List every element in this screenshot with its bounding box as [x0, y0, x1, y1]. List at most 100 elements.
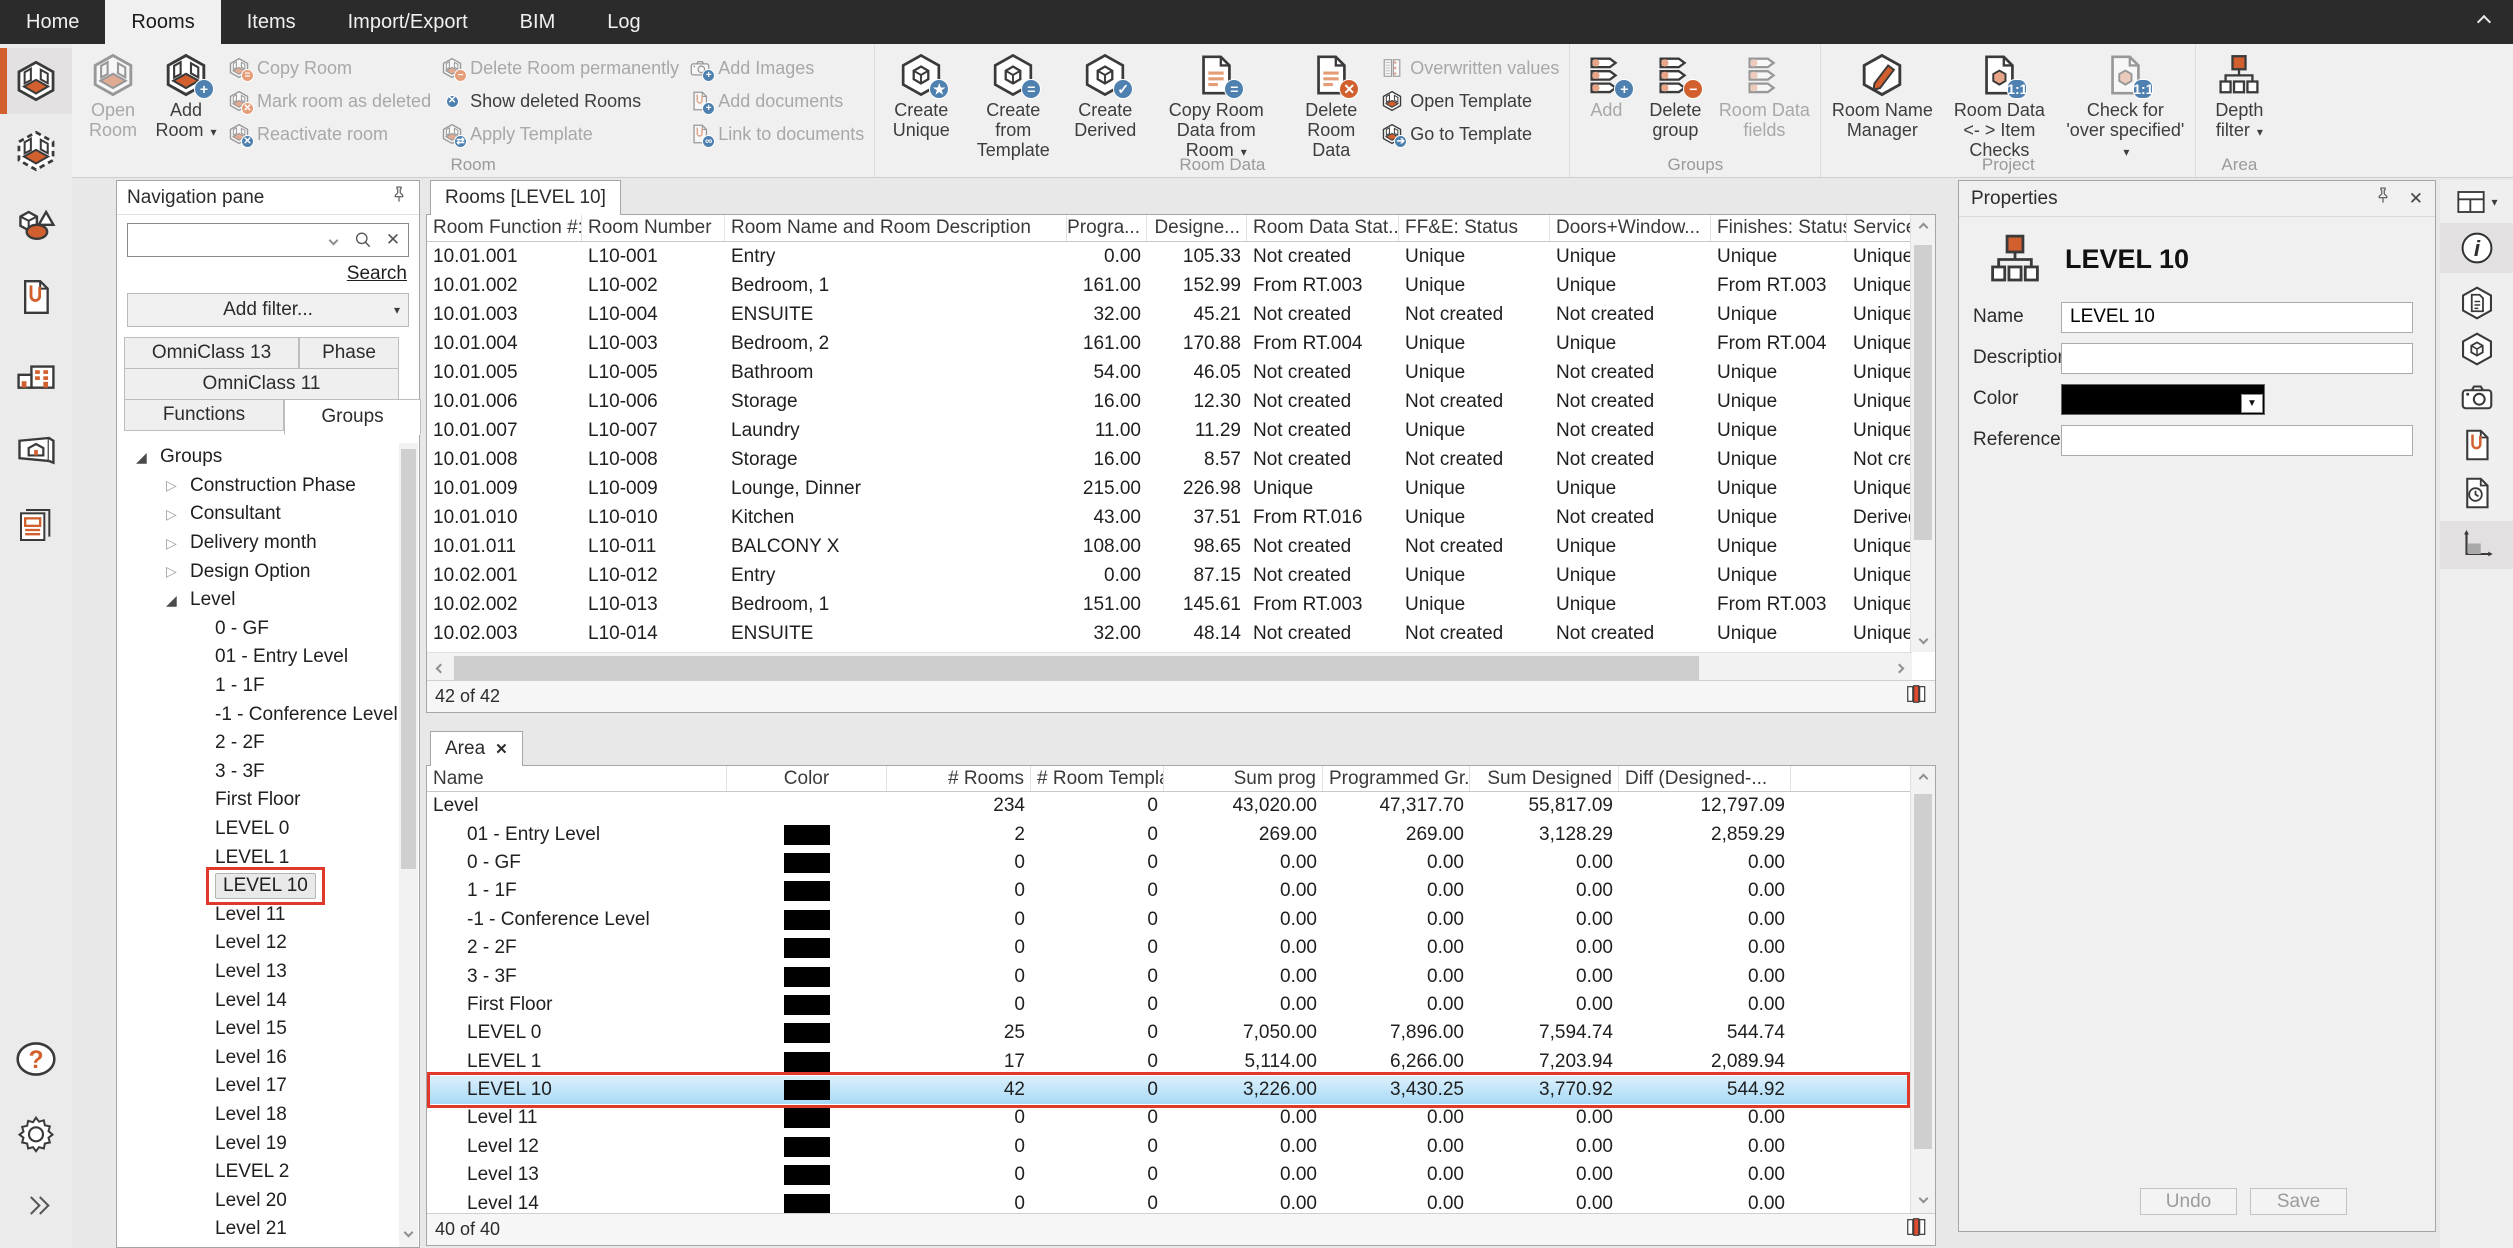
add-filter-button[interactable]: Add filter... ▾ — [127, 293, 409, 327]
table-row[interactable]: Level 13 0 0 0.00 0.00 0.00 0.00 — [427, 1161, 1912, 1189]
module-rooms-button[interactable] — [0, 48, 72, 114]
color-swatch[interactable] — [784, 1052, 830, 1072]
table-row[interactable]: 0 - GF 0 0 0.00 0.00 0.00 0.00 — [427, 849, 1912, 877]
tab-room-data[interactable] — [2440, 283, 2513, 323]
layout-switch-button[interactable]: ▾ — [2440, 185, 2513, 219]
tree-scrollbar-thumb[interactable] — [401, 449, 416, 869]
tree-item[interactable]: LEVEL 0 — [118, 815, 400, 844]
menu-tab-import-export[interactable]: Import/Export — [322, 0, 494, 44]
table-row[interactable]: 10.02.002 L10-013 Bedroom, 1 151.00 145.… — [427, 590, 1912, 619]
scrollbar-thumb[interactable] — [454, 656, 1699, 680]
table-row[interactable]: Level 12 0 0 0.00 0.00 0.00 0.00 — [427, 1133, 1912, 1161]
color-swatch[interactable] — [784, 995, 830, 1015]
show-deleted-rooms-button[interactable]: ✕ Show deleted Rooms — [441, 89, 679, 113]
tree-item[interactable]: -1 - Conference Level — [118, 700, 400, 729]
tree-item[interactable]: LEVEL 2 — [118, 1158, 400, 1187]
column-header[interactable]: Services — [1847, 215, 1912, 241]
save-button[interactable]: Save — [2250, 1188, 2347, 1215]
color-picker[interactable]: ▼ — [2061, 384, 2265, 415]
search-icon[interactable] — [348, 230, 378, 250]
table-row[interactable]: Level 234 0 43,020.00 47,317.70 55,817.0… — [427, 792, 1912, 820]
search-input[interactable] — [128, 229, 318, 251]
table-row[interactable]: 10.01.004 L10-003 Bedroom, 2 161.00 170.… — [427, 329, 1912, 358]
column-header[interactable]: FF&E: Status — [1399, 215, 1550, 241]
column-header[interactable]: Color — [727, 766, 887, 791]
open-room-button[interactable]: Open Room — [82, 50, 144, 140]
tree-item[interactable]: 01 - Entry Level — [118, 643, 400, 672]
table-row[interactable]: 10.01.001 L10-001 Entry 0.00 105.33 Not … — [427, 242, 1912, 271]
column-header[interactable]: Sum prog — [1164, 766, 1323, 791]
scroll-up-icon[interactable] — [1911, 215, 1936, 240]
room-data-item-checks-button[interactable]: 1:1 Room Data <- > Item Checks — [1943, 50, 2055, 160]
tree-item[interactable]: 2 - 2F — [118, 729, 400, 758]
tree-item[interactable]: Construction Phase — [118, 472, 400, 501]
scrollbar-thumb[interactable] — [1914, 245, 1932, 540]
table-row[interactable]: 10.01.011 L10-011 BALCONY X 108.00 98.65… — [427, 532, 1912, 561]
rooms-tab[interactable]: Rooms [LEVEL 10] — [430, 180, 621, 215]
apply-template-button[interactable]: ⇄ Apply Template — [441, 122, 679, 146]
tree-caret-icon[interactable] — [166, 592, 190, 609]
table-row[interactable]: 10.02.001 L10-012 Entry 0.00 87.15 Not c… — [427, 561, 1912, 590]
add-room-button[interactable]: + Add Room ▾ — [154, 50, 218, 140]
ribbon-collapse-button[interactable] — [2455, 0, 2513, 44]
pin-icon[interactable] — [2373, 186, 2393, 212]
table-row[interactable]: LEVEL 0 25 0 7,050.00 7,896.00 7,594.74 … — [427, 1019, 1912, 1047]
column-header[interactable]: # Room Templa... — [1031, 766, 1164, 791]
area-vertical-scrollbar[interactable] — [1910, 766, 1935, 1217]
go-to-template-button[interactable]: ➔ Go to Template — [1381, 122, 1559, 146]
table-row[interactable]: LEVEL 10 42 0 3,226.00 3,430.25 3,770.92… — [427, 1076, 1912, 1104]
link-documents-button[interactable]: ∞ Link to documents — [689, 122, 864, 146]
add-documents-button[interactable]: + Add documents — [689, 89, 864, 113]
search-link[interactable]: Search — [347, 263, 407, 285]
table-row[interactable]: First Floor 0 0 0.00 0.00 0.00 0.00 — [427, 991, 1912, 1019]
table-row[interactable]: Level 11 0 0 0.00 0.00 0.00 0.00 — [427, 1104, 1912, 1132]
module-systems-button[interactable] — [0, 340, 72, 406]
open-template-button[interactable]: Open Template — [1381, 89, 1559, 113]
rooms-vertical-scrollbar[interactable] — [1910, 215, 1935, 652]
overwritten-values-button[interactable]: Overwritten values — [1381, 56, 1559, 80]
create-unique-button[interactable]: ★ Create Unique — [885, 50, 957, 140]
module-items-button[interactable] — [0, 190, 72, 256]
tree-item[interactable]: Level 17 — [118, 1072, 400, 1101]
column-header[interactable]: Designe... — [1147, 215, 1247, 241]
tab-images[interactable] — [2440, 377, 2513, 417]
add-group-button[interactable]: + Add — [1580, 50, 1632, 140]
color-swatch[interactable] — [784, 881, 830, 901]
table-row[interactable]: 10.01.007 L10-007 Laundry 11.00 11.29 No… — [427, 416, 1912, 445]
scroll-down-icon[interactable] — [1911, 1186, 1936, 1211]
tab-info[interactable] — [2440, 223, 2513, 273]
color-swatch[interactable] — [784, 1080, 830, 1100]
tree-scrollbar[interactable] — [399, 443, 418, 1247]
column-header[interactable]: Room Number — [582, 215, 725, 241]
column-header[interactable]: Diff (Designed-... — [1619, 766, 1791, 791]
delete-group-button[interactable]: − Delete group — [1642, 50, 1708, 140]
column-header[interactable]: Name — [427, 766, 727, 791]
column-header[interactable]: Room Data Stat... — [1247, 215, 1399, 241]
help-button[interactable] — [0, 1026, 72, 1092]
tree-item[interactable]: Delivery month — [118, 529, 400, 558]
color-swatch[interactable] — [784, 910, 830, 930]
table-row[interactable]: 10.01.006 L10-006 Storage 16.00 12.30 No… — [427, 387, 1912, 416]
area-tab[interactable]: Area ✕ — [430, 731, 523, 766]
tab-area[interactable] — [2440, 521, 2513, 569]
table-row[interactable]: -1 - Conference Level 0 0 0.00 0.00 0.00… — [427, 906, 1912, 934]
scroll-down-icon[interactable] — [1911, 627, 1936, 652]
scroll-up-icon[interactable] — [1911, 766, 1936, 791]
reactivate-room-button[interactable]: ✕ Reactivate room — [228, 122, 431, 146]
table-row[interactable]: 10.01.005 L10-005 Bathroom 54.00 46.05 N… — [427, 358, 1912, 387]
filter-tab-functions[interactable]: Functions — [124, 399, 284, 431]
table-row[interactable]: 01 - Entry Level 2 0 269.00 269.00 3,128… — [427, 820, 1912, 848]
tree-item[interactable]: Level 12 — [118, 929, 400, 958]
table-row[interactable]: 1 - 1F 0 0 0.00 0.00 0.00 0.00 — [427, 877, 1912, 905]
expand-strip-button[interactable] — [0, 1172, 72, 1238]
table-row[interactable]: 10.02.003 L10-014 ENSUITE 32.00 48.14 No… — [427, 619, 1912, 648]
tree-item[interactable]: Level 22 — [118, 1244, 400, 1247]
search-dropdown-icon[interactable] — [318, 237, 348, 244]
reference-field[interactable] — [2061, 425, 2413, 456]
color-swatch[interactable] — [784, 938, 830, 958]
filter-tab-omniclass11[interactable]: OmniClass 11 — [124, 368, 399, 400]
table-row[interactable]: 10.01.002 L10-002 Bedroom, 1 161.00 152.… — [427, 271, 1912, 300]
color-swatch[interactable] — [784, 1108, 830, 1128]
column-header[interactable]: Doors+Window... — [1550, 215, 1711, 241]
column-header[interactable]: Sum Designed — [1470, 766, 1619, 791]
